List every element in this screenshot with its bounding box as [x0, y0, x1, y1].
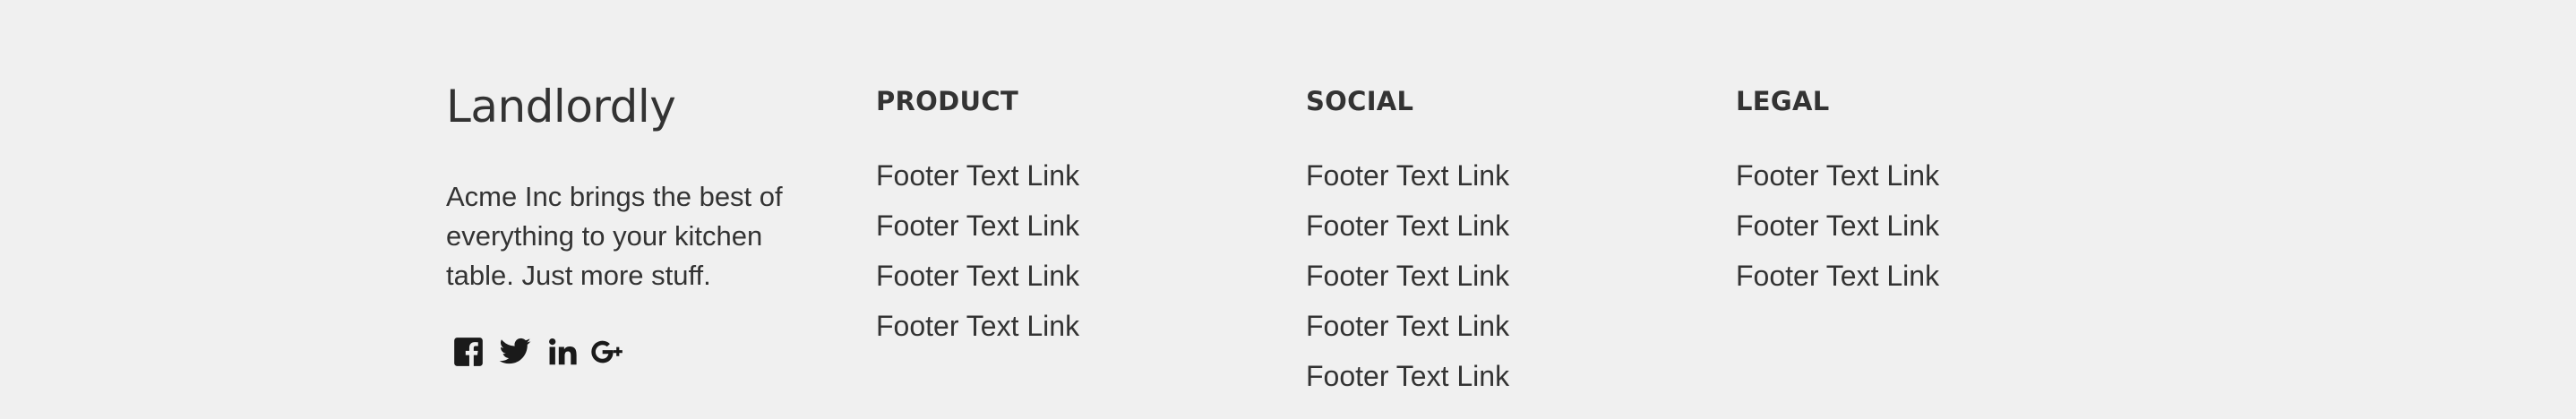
list-item: Footer Text Link — [876, 258, 1079, 308]
footer-link[interactable]: Footer Text Link — [876, 310, 1079, 342]
list-item: Footer Text Link — [1306, 208, 1509, 258]
linkedin-icon[interactable] — [545, 334, 579, 370]
footer-tagline: Acme Inc brings the best of everything t… — [446, 181, 783, 291]
footer-brand-name: Landlordly — [446, 81, 676, 133]
footer-heading-legal: LEGAL — [1736, 86, 1830, 116]
footer-link[interactable]: Footer Text Link — [1306, 159, 1509, 192]
footer-link[interactable]: Footer Text Link — [1736, 210, 1939, 242]
footer-links-social: Footer Text Link Footer Text Link Footer… — [1306, 158, 1509, 408]
list-item: Footer Text Link — [1736, 158, 1939, 208]
footer-link[interactable]: Footer Text Link — [876, 159, 1079, 192]
footer-link[interactable]: Footer Text Link — [1736, 159, 1939, 192]
footer-link[interactable]: Footer Text Link — [1306, 210, 1509, 242]
footer-link[interactable]: Footer Text Link — [1736, 260, 1939, 292]
footer-heading-product: PRODUCT — [876, 86, 1019, 116]
social-icons — [451, 334, 625, 370]
list-item: Footer Text Link — [876, 208, 1079, 258]
facebook-icon[interactable] — [451, 334, 485, 370]
footer-link[interactable]: Footer Text Link — [1306, 360, 1509, 392]
list-item: Footer Text Link — [1306, 258, 1509, 308]
footer-links-legal: Footer Text Link Footer Text Link Footer… — [1736, 158, 1939, 308]
footer-link[interactable]: Footer Text Link — [1306, 260, 1509, 292]
footer-heading-social: SOCIAL — [1306, 86, 1414, 116]
footer-link[interactable]: Footer Text Link — [1306, 310, 1509, 342]
footer-links-product: Footer Text Link Footer Text Link Footer… — [876, 158, 1079, 358]
site-footer: Landlordly Acme Inc brings the best of e… — [0, 0, 2576, 419]
list-item: Footer Text Link — [1306, 308, 1509, 358]
list-item: Footer Text Link — [1306, 358, 1509, 408]
list-item: Footer Text Link — [1736, 208, 1939, 258]
list-item: Footer Text Link — [876, 158, 1079, 208]
footer-link[interactable]: Footer Text Link — [876, 210, 1079, 242]
twitter-icon[interactable] — [498, 334, 532, 370]
list-item: Footer Text Link — [876, 308, 1079, 358]
list-item: Footer Text Link — [1306, 158, 1509, 208]
list-item: Footer Text Link — [1736, 258, 1939, 308]
google-plus-icon[interactable] — [591, 334, 625, 370]
footer-link[interactable]: Footer Text Link — [876, 260, 1079, 292]
